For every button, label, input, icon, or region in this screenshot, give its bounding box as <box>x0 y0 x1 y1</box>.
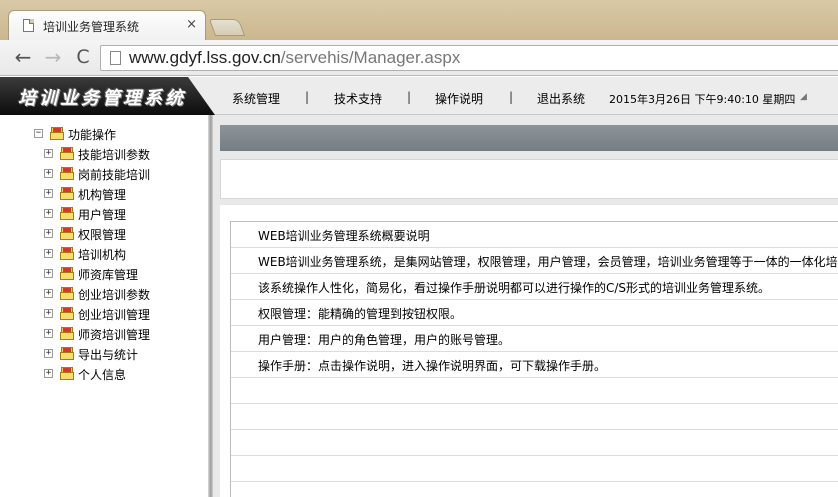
nav-tech-support[interactable]: 技术支持 <box>334 90 382 107</box>
nav-operation-guide[interactable]: 操作说明 <box>435 90 483 107</box>
folder-icon <box>60 206 74 220</box>
table-row: 权限管理：能精确的管理到按钮权限。 <box>231 300 838 326</box>
table-row <box>231 430 838 456</box>
table-row <box>231 456 838 482</box>
collapse-icon[interactable]: − <box>34 129 43 138</box>
expand-icon[interactable]: + <box>44 369 53 378</box>
row-text: WEB培训业务管理系统概要说明 <box>258 229 430 243</box>
tree-item-label: 培训机构 <box>78 248 127 262</box>
expand-icon[interactable]: + <box>44 249 53 258</box>
folder-icon <box>60 286 74 300</box>
new-tab-button[interactable] <box>208 19 246 36</box>
reload-icon[interactable]: C <box>72 46 94 68</box>
page-icon <box>110 51 121 65</box>
expand-icon[interactable]: + <box>44 269 53 278</box>
tree-item-label: 师资库管理 <box>78 268 139 282</box>
nav-separator: | <box>407 90 412 104</box>
tree-item-label: 师资培训管理 <box>78 328 151 342</box>
expand-icon[interactable]: + <box>44 229 53 238</box>
table-row <box>231 404 838 430</box>
resize-corner-icon: ◢ <box>800 92 807 102</box>
tab-title: 培训业务管理系统 <box>43 20 140 34</box>
expand-icon[interactable]: + <box>44 209 53 218</box>
folder-icon <box>60 186 74 200</box>
nav-separator: | <box>305 90 310 104</box>
folder-icon <box>60 326 74 340</box>
main-toolstrip <box>220 159 838 199</box>
table-row: 用户管理：用户的角色管理，用户的账号管理。 <box>231 326 838 352</box>
table-row: WEB培训业务管理系统概要说明 <box>231 222 838 248</box>
row-text: 用户管理：用户的角色管理，用户的账号管理。 <box>258 333 511 347</box>
folder-icon <box>60 246 74 260</box>
expand-icon[interactable]: + <box>44 309 53 318</box>
folder-icon <box>50 126 64 140</box>
tree-root-label: 功能操作 <box>68 128 117 142</box>
nav-system-management[interactable]: 系统管理 <box>232 90 280 107</box>
tree-item-label: 导出与统计 <box>78 348 139 362</box>
row-text: 该系统操作人性化，简易化，看过操作手册说明都可以进行操作的C/S形式的培训业务管… <box>258 281 771 295</box>
datetime-display: 2015年3月26日 下午9:40:10 星期四 <box>609 93 796 106</box>
folder-icon <box>60 226 74 240</box>
info-table: WEB培训业务管理系统概要说明 WEB培训业务管理系统，是集网站管理，权限管理，用… <box>230 221 838 497</box>
page-favicon-icon <box>23 19 34 32</box>
tree-item-label: 岗前技能培训 <box>78 168 151 182</box>
expand-icon[interactable]: + <box>44 149 53 158</box>
url-text[interactable]: www.gdyf.lss.gov.cn/servehis/Manager.asp… <box>129 48 460 68</box>
folder-icon <box>60 166 74 180</box>
expand-icon[interactable]: + <box>44 169 53 178</box>
tree-item-label: 创业培训参数 <box>78 288 151 302</box>
browser-tab[interactable]: 培训业务管理系统 × <box>8 10 206 40</box>
content-area: WEB培训业务管理系统概要说明 WEB培训业务管理系统，是集网站管理，权限管理，用… <box>220 205 838 497</box>
main-title-bar <box>220 125 838 151</box>
table-row <box>231 378 838 404</box>
expand-icon[interactable]: + <box>44 329 53 338</box>
address-bar[interactable]: www.gdyf.lss.gov.cn/servehis/Manager.asp… <box>100 45 838 71</box>
browser-tabbar: 培训业务管理系统 × <box>0 0 838 40</box>
tree-item-label: 技能培训参数 <box>78 148 151 162</box>
table-row <box>231 482 838 497</box>
row-text: 权限管理：能精确的管理到按钮权限。 <box>258 307 463 321</box>
expand-icon[interactable]: + <box>44 189 53 198</box>
tree-item-label: 机构管理 <box>78 188 127 202</box>
main-panel: WEB培训业务管理系统概要说明 WEB培训业务管理系统，是集网站管理，权限管理，用… <box>213 115 838 497</box>
tree-item-label: 个人信息 <box>78 368 127 382</box>
row-text: WEB培训业务管理系统，是集网站管理，权限管理，用户管理，会员管理，培训业务管理… <box>258 255 838 269</box>
table-row: 操作手册：点击操作说明，进入操作说明界面，可下载操作手册。 <box>231 352 838 378</box>
tree-item-label: 用户管理 <box>78 208 127 222</box>
app-header: 培训业务管理系统 系统管理 | 技术支持 | 操作说明 | 退出系统 2015年… <box>0 77 838 115</box>
table-row: WEB培训业务管理系统，是集网站管理，权限管理，用户管理，会员管理，培训业务管理… <box>231 248 838 274</box>
logo-text: 培训业务管理系统 <box>18 88 186 109</box>
nav-logout[interactable]: 退出系统 <box>537 90 585 107</box>
forward-arrow-icon[interactable]: → <box>42 46 64 68</box>
app-logo: 培训业务管理系统 <box>0 77 215 115</box>
browser-toolbar: ← → C www.gdyf.lss.gov.cn/servehis/Manag… <box>0 40 838 76</box>
folder-icon <box>60 266 74 280</box>
folder-icon <box>60 146 74 160</box>
table-row: 该系统操作人性化，简易化，看过操作手册说明都可以进行操作的C/S形式的培训业务管… <box>231 274 838 300</box>
expand-icon[interactable]: + <box>44 349 53 358</box>
folder-icon <box>60 346 74 360</box>
sidebar: − 功能操作 + 技能培训参数 + 岗前技能培训 + 机构管理 + 用户管理 + 权限管理 + 培训机构 +… <box>0 115 208 497</box>
back-arrow-icon[interactable]: ← <box>12 46 34 68</box>
folder-icon <box>60 306 74 320</box>
folder-icon <box>60 366 74 380</box>
row-text: 操作手册：点击操作说明，进入操作说明界面，可下载操作手册。 <box>258 359 607 373</box>
nav-separator: | <box>509 90 514 104</box>
tree-item-label: 权限管理 <box>78 228 127 242</box>
tab-close-icon[interactable]: × <box>186 17 197 32</box>
tree-item-label: 创业培训管理 <box>78 308 151 322</box>
expand-icon[interactable]: + <box>44 289 53 298</box>
